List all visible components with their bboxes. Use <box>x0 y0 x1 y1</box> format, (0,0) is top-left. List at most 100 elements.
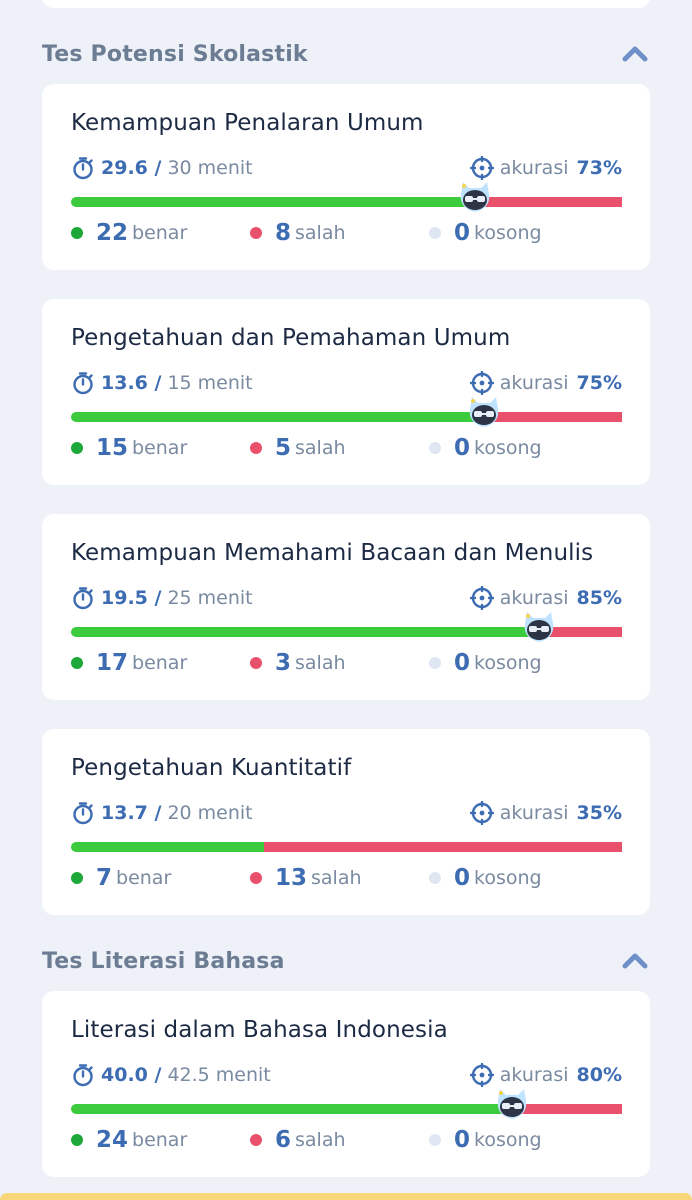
accuracy-info: akurasi 73% <box>469 156 622 180</box>
correct-count: 24 <box>96 1127 129 1153</box>
score-bar <box>71 397 622 427</box>
wrong-dot-icon <box>250 657 262 669</box>
wrong-label: salah <box>311 867 362 889</box>
empty-label: kosong <box>474 652 542 674</box>
time-info: 13.6 / 15 menit <box>71 371 253 395</box>
bottom-banner <box>0 1193 692 1200</box>
subtest-title: Pengetahuan dan Pemahaman Umum <box>71 325 511 351</box>
empty-count: 0 <box>454 1127 471 1153</box>
stopwatch-icon <box>73 587 93 610</box>
accuracy-label: akurasi <box>499 587 569 609</box>
empty-label: kosong <box>474 222 542 244</box>
score-bar-wrong <box>264 842 622 852</box>
score-bar-correct <box>71 627 539 637</box>
previous-card <box>42 0 650 8</box>
mascot-icon <box>469 397 499 427</box>
correct-label: benar <box>132 222 188 244</box>
accuracy-label: akurasi <box>499 1064 569 1086</box>
stat-empty: 0 kosong <box>429 865 542 891</box>
score-bar-wrong <box>475 197 622 207</box>
stopwatch-icon <box>73 157 93 180</box>
accuracy-info: akurasi 75% <box>469 371 622 395</box>
stat-wrong: 5 salah <box>250 435 346 461</box>
stat-wrong: 6 salah <box>250 1127 346 1153</box>
empty-label: kosong <box>474 867 542 889</box>
subtest-title: Kemampuan Memahami Bacaan dan Menulis <box>71 540 594 566</box>
time-total: 30 menit <box>167 157 253 179</box>
chevron-up-icon <box>622 46 648 62</box>
time-info: 13.7 / 20 menit <box>71 801 253 825</box>
target-icon <box>469 1063 494 1087</box>
subtest-card[interactable]: Literasi dalam Bahasa Indonesia 40.0 / 4… <box>42 991 650 1177</box>
empty-label: kosong <box>474 1129 542 1151</box>
accuracy-label: akurasi <box>499 802 569 824</box>
wrong-label: salah <box>295 437 346 459</box>
empty-count: 0 <box>454 865 471 891</box>
stat-empty: 0 kosong <box>429 220 542 246</box>
score-bar-correct <box>71 412 484 422</box>
empty-label: kosong <box>474 437 542 459</box>
time-total: 20 menit <box>167 802 253 824</box>
empty-dot-icon <box>429 657 441 669</box>
stat-wrong: 3 salah <box>250 650 346 676</box>
subtest-title: Kemampuan Penalaran Umum <box>71 110 424 136</box>
empty-dot-icon <box>429 1134 441 1146</box>
stopwatch-icon <box>73 802 93 825</box>
correct-count: 17 <box>96 650 129 676</box>
accuracy-info: akurasi 85% <box>469 586 622 610</box>
score-bar <box>71 842 622 852</box>
subtest-card[interactable]: Kemampuan Memahami Bacaan dan Menulis 19… <box>42 514 650 700</box>
target-icon <box>469 156 494 180</box>
mascot-icon <box>497 1089 527 1119</box>
stat-correct: 15 benar <box>71 435 187 461</box>
stat-correct: 24 benar <box>71 1127 187 1153</box>
stat-empty: 0 kosong <box>429 435 542 461</box>
wrong-count: 3 <box>275 650 292 676</box>
target-icon <box>469 801 494 825</box>
wrong-count: 6 <box>275 1127 292 1153</box>
score-bar <box>71 612 622 642</box>
stat-correct: 7 benar <box>71 865 171 891</box>
subtest-card[interactable]: Kemampuan Penalaran Umum 29.6 / 30 menit… <box>42 84 650 270</box>
target-icon <box>469 371 494 395</box>
correct-label: benar <box>132 437 188 459</box>
score-bar-correct <box>71 1104 512 1114</box>
correct-count: 7 <box>96 865 113 891</box>
correct-dot-icon <box>71 442 83 454</box>
score-bar-correct <box>71 842 264 852</box>
stat-empty: 0 kosong <box>429 1127 542 1153</box>
collapse-button[interactable] <box>620 946 650 976</box>
wrong-label: salah <box>295 222 346 244</box>
empty-dot-icon <box>429 872 441 884</box>
target-icon <box>469 586 494 610</box>
stats-row: 7 benar 13 salah 0 kosong <box>71 865 622 895</box>
stats-row: 22 benar 8 salah 0 kosong <box>71 220 622 250</box>
correct-count: 15 <box>96 435 129 461</box>
wrong-count: 13 <box>275 865 308 891</box>
subtest-card[interactable]: Pengetahuan Kuantitatif 13.7 / 20 menit … <box>42 729 650 915</box>
score-bar-wrong <box>484 412 622 422</box>
time-used: 29.6 / <box>101 157 162 179</box>
time-total: 25 menit <box>167 587 253 609</box>
score-bar <box>71 182 622 212</box>
time-total: 15 menit <box>167 372 253 394</box>
empty-count: 0 <box>454 435 471 461</box>
wrong-count: 8 <box>275 220 292 246</box>
score-bar <box>71 1089 622 1119</box>
accuracy-label: akurasi <box>499 157 569 179</box>
collapse-button[interactable] <box>620 39 650 69</box>
time-used: 19.5 / <box>101 587 162 609</box>
time-used: 13.6 / <box>101 372 162 394</box>
time-info: 19.5 / 25 menit <box>71 586 253 610</box>
wrong-label: salah <box>295 652 346 674</box>
subtest-card[interactable]: Pengetahuan dan Pemahaman Umum 13.6 / 15… <box>42 299 650 485</box>
wrong-count: 5 <box>275 435 292 461</box>
accuracy-info: akurasi 35% <box>469 801 622 825</box>
accuracy-value: 73% <box>576 157 622 179</box>
accuracy-value: 85% <box>576 587 622 609</box>
correct-count: 22 <box>96 220 129 246</box>
section-header-tps: Tes Potensi Skolastik <box>42 34 650 74</box>
chevron-up-icon <box>622 953 648 969</box>
stat-correct: 17 benar <box>71 650 187 676</box>
wrong-label: salah <box>295 1129 346 1151</box>
